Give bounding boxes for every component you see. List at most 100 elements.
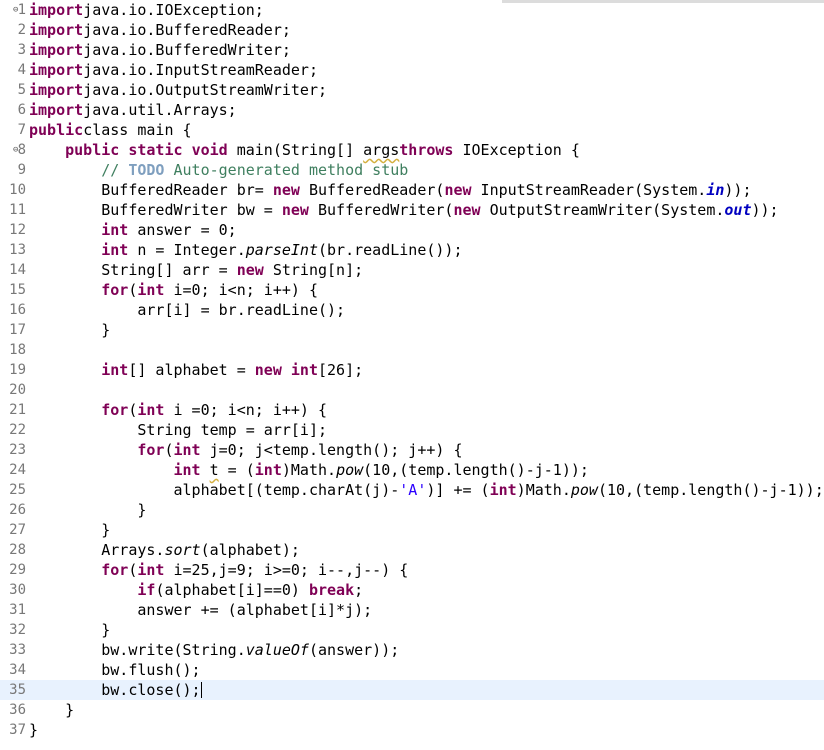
fold-toggle-icon[interactable]: ⊖: [13, 140, 18, 160]
code-token: )Math.: [516, 481, 571, 499]
code-line[interactable]: 29 for(int i=25,j=9; i>=0; i--,j--) {: [0, 560, 824, 580]
code-line[interactable]: 25 alphabet[(temp.charAt(j)-'A')] += (in…: [0, 480, 824, 500]
code-text: importjava.io.OutputStreamWriter;: [29, 80, 327, 100]
code-token: String[] arr =: [29, 261, 237, 279]
code-token: new: [453, 201, 481, 219]
code-line[interactable]: 24 int t = (int)Math.pow(10,(temp.length…: [0, 460, 824, 480]
code-text: for(int i=0; i<n; i++) {: [29, 280, 318, 300]
code-token: public: [65, 141, 120, 159]
code-text: Arrays.sort(alphabet);: [29, 540, 300, 560]
code-text: }: [29, 500, 146, 520]
code-token: import: [29, 81, 84, 99]
code-line[interactable]: 37}: [0, 720, 824, 740]
code-line[interactable]: 35 bw.close();: [0, 680, 824, 700]
code-editor[interactable]: 1 ⊖ importjava.io.IOException; 2 importjava.…: [0, 0, 824, 750]
line-number: 30: [9, 582, 26, 598]
code-line[interactable]: 12 int answer = 0;: [0, 220, 824, 240]
code-text: answer += (alphabet[i]*j);: [29, 600, 372, 620]
code-line[interactable]: 27 }: [0, 520, 824, 540]
code-token: new: [272, 181, 300, 199]
code-token: import: [29, 1, 84, 19]
code-line[interactable]: 21 for(int i =0; i<n; i++) {: [0, 400, 824, 420]
code-token: java.io.BufferedReader;: [83, 21, 291, 39]
line-number: 14: [9, 262, 26, 278]
code-line[interactable]: 26 }: [0, 500, 824, 520]
code-line[interactable]: 3 importjava.io.BufferedWriter;: [0, 40, 824, 60]
code-line[interactable]: 31 answer += (alphabet[i]*j);: [0, 600, 824, 620]
code-token: new: [236, 261, 264, 279]
code-text: publicclass main {: [29, 120, 192, 140]
code-text: String temp = arr[i];: [29, 420, 327, 440]
code-text: int t = (int)Math.pow(10,(temp.length()-…: [29, 460, 589, 480]
code-line[interactable]: 32 }: [0, 620, 824, 640]
code-line[interactable]: 8 ⊖ public static void main(String[] args…: [0, 140, 824, 160]
code-text: int n = Integer.parseInt(br.readLine());: [29, 240, 462, 260]
code-line[interactable]: 4 importjava.io.InputStreamReader;: [0, 60, 824, 80]
code-token: import: [29, 61, 84, 79]
code-line[interactable]: 15 for(int i=0; i<n; i++) {: [0, 280, 824, 300]
code-token: java.io.OutputStreamWriter;: [83, 81, 328, 99]
code-text: // TODO Auto-generated method stub: [29, 160, 408, 180]
code-line[interactable]: 5 importjava.io.OutputStreamWriter;: [0, 80, 824, 100]
line-number: 2: [17, 22, 26, 38]
code-token: int: [173, 441, 201, 459]
line-number: 18: [9, 342, 26, 358]
code-line[interactable]: 20: [0, 380, 824, 400]
line-number: 28: [9, 542, 26, 558]
code-line[interactable]: 2 importjava.io.BufferedReader;: [0, 20, 824, 40]
code-line[interactable]: 16 arr[i] = br.readLine();: [0, 300, 824, 320]
code-token: }: [29, 521, 111, 539]
code-token: void: [191, 141, 228, 159]
code-line[interactable]: 28 Arrays.sort(alphabet);: [0, 540, 824, 560]
line-number: 20: [9, 382, 26, 398]
code-line[interactable]: 19 int[] alphabet = new int[26];: [0, 360, 824, 380]
code-token: j=0; j<temp.length(); j++) {: [200, 441, 463, 459]
code-token: [26];: [318, 361, 364, 379]
code-token: java.io.BufferedWriter;: [83, 41, 291, 59]
code-line[interactable]: 34 bw.flush();: [0, 660, 824, 680]
line-number: 23: [9, 442, 26, 458]
code-line[interactable]: 36 }: [0, 700, 824, 720]
code-token: out: [724, 201, 752, 219]
code-token: ));: [751, 201, 779, 219]
code-line[interactable]: 9 // TODO Auto-generated method stub: [0, 160, 824, 180]
code-token: bw.close();: [29, 681, 201, 699]
code-line[interactable]: 33 bw.write(String.valueOf(answer));: [0, 640, 824, 660]
code-text: importjava.io.IOException;: [29, 0, 264, 20]
line-number: 37: [9, 722, 26, 738]
code-line[interactable]: 22 String temp = arr[i];: [0, 420, 824, 440]
code-line[interactable]: 1 ⊖ importjava.io.IOException;: [0, 0, 824, 20]
code-token: }: [29, 701, 75, 719]
code-line[interactable]: 7 publicclass main {: [0, 120, 824, 140]
line-number: 29: [9, 562, 26, 578]
line-number: 33: [9, 642, 26, 658]
fold-toggle-icon[interactable]: ⊖: [13, 0, 18, 20]
code-line[interactable]: 10 BufferedReader br= new BufferedReader…: [0, 180, 824, 200]
code-text: arr[i] = br.readLine();: [29, 300, 345, 320]
code-line[interactable]: 17 }: [0, 320, 824, 340]
code-token: parseInt: [245, 241, 318, 259]
code-line[interactable]: 14 String[] arr = new String[n];: [0, 260, 824, 280]
code-token: IOException {: [453, 141, 580, 159]
code-line[interactable]: 18: [0, 340, 824, 360]
code-line[interactable]: 11 BufferedWriter bw = new BufferedWrite…: [0, 200, 824, 220]
code-line[interactable]: 13 int n = Integer.parseInt(br.readLine(…: [0, 240, 824, 260]
code-line[interactable]: 30 if(alphabet[i]==0) break;: [0, 580, 824, 600]
line-number: 36: [9, 702, 26, 718]
code-token: }: [29, 621, 111, 639]
code-line[interactable]: 23 for(int j=0; j<temp.length(); j++) {: [0, 440, 824, 460]
code-token: int: [137, 561, 165, 579]
code-text: }: [29, 520, 110, 540]
code-line[interactable]: 6 importjava.util.Arrays;: [0, 100, 824, 120]
line-number: 21: [9, 402, 26, 418]
line-number: 9: [17, 162, 26, 178]
